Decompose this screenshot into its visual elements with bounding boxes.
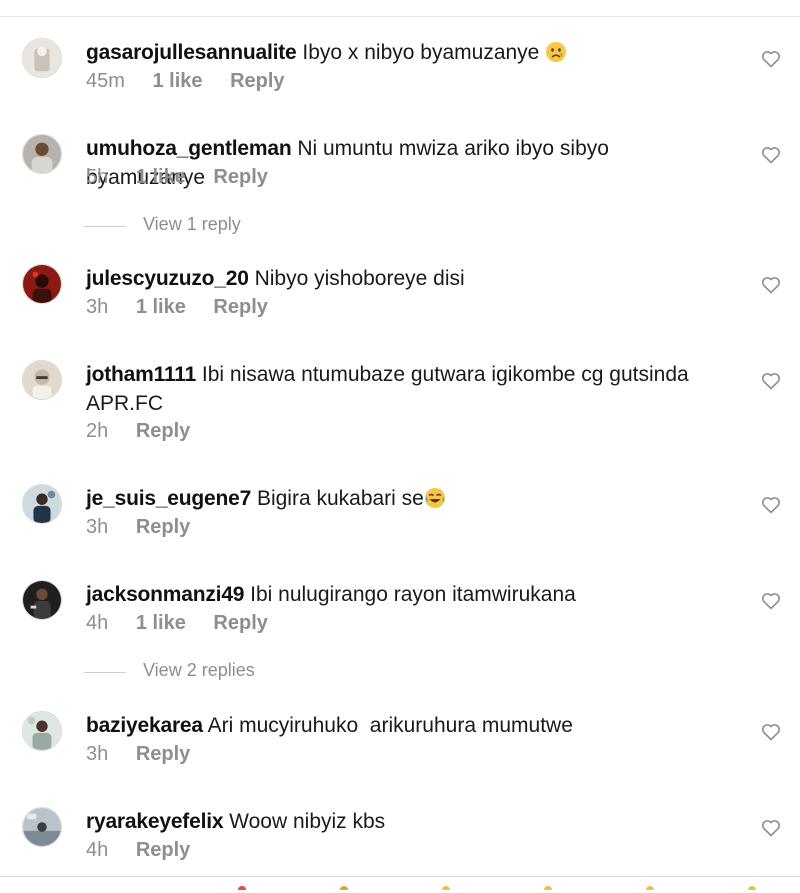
comment-time: 3h <box>86 743 109 765</box>
reply-button[interactable]: Reply <box>213 612 267 635</box>
comment-meta: 4h Reply <box>86 839 190 862</box>
reply-button[interactable]: Reply <box>136 839 190 862</box>
comment-time: 4h <box>86 839 109 861</box>
comment-meta: 45m 1 like Reply <box>86 70 285 93</box>
comment-meta: 2h Reply <box>86 420 190 443</box>
comment-username[interactable]: umuhoza_gentleman <box>86 137 292 160</box>
comment-text: jotham1111 Ibi nisawa ntumubaze gutwara … <box>86 360 716 418</box>
top-divider <box>0 16 800 17</box>
reply-button[interactable]: Reply <box>136 743 190 766</box>
comment-text: gasarojullesannualite Ibyo x nibyo byamu… <box>86 38 716 67</box>
view-replies-button[interactable]: View 1 reply <box>84 214 484 238</box>
view-replies-label[interactable]: View 2 replies <box>143 660 255 681</box>
comment-time: 3h <box>86 516 109 538</box>
crying-face-emoji-icon <box>545 41 567 63</box>
comment-time: 45m <box>86 70 125 92</box>
reply-button[interactable]: Reply <box>136 420 190 443</box>
comment-body: Ibi nulugirango rayon itamwirukana <box>250 583 576 606</box>
emoji-edge-icon <box>544 886 552 890</box>
comment-likes[interactable]: 1 like <box>136 166 186 189</box>
comment-text: je_suis_eugene7 Bigira kukabari se <box>86 484 716 513</box>
comment-likes[interactable]: 1 like <box>152 70 202 93</box>
reply-button[interactable]: Reply <box>213 166 267 189</box>
comment-time: 3h <box>86 296 109 318</box>
comment-username[interactable]: baziyekarea <box>86 714 203 737</box>
reply-button[interactable]: Reply <box>230 70 284 93</box>
avatar[interactable] <box>22 580 62 620</box>
emoji-edge-icon <box>238 886 246 890</box>
avatar[interactable] <box>22 38 62 78</box>
heart-icon[interactable] <box>761 723 781 741</box>
comment-body: Ibyo x nibyo byamuzanye <box>302 41 540 64</box>
comment-likes[interactable]: 1 like <box>136 612 186 635</box>
heart-icon[interactable] <box>761 819 781 837</box>
emoji-edge-icon <box>442 886 450 890</box>
comment-text: jacksonmanzi49 Ibi nulugirango rayon ita… <box>86 580 716 609</box>
emoji-edge-icon <box>340 886 348 890</box>
emoji-edge-icon <box>748 886 756 890</box>
comment-username[interactable]: jotham1111 <box>86 363 196 386</box>
comment-body: Nibyo yishoboreye disi <box>254 267 465 290</box>
comment-text: ryarakeyefelix Woow nibyiz kbs <box>86 807 716 836</box>
comment-username[interactable]: gasarojullesannualite <box>86 41 297 64</box>
emoji-edge-icon <box>646 886 654 890</box>
avatar[interactable] <box>22 484 62 524</box>
view-replies-line <box>84 226 126 227</box>
comment-username[interactable]: julescyuzuzo_20 <box>86 267 249 290</box>
comment-meta: 3h 1 like Reply <box>86 296 268 319</box>
heart-icon[interactable] <box>761 146 781 164</box>
heart-icon[interactable] <box>761 372 781 390</box>
comment-time: 2h <box>86 420 109 442</box>
comment-time: 4h <box>86 612 109 634</box>
avatar[interactable] <box>22 264 62 304</box>
comment-text: julescyuzuzo_20 Nibyo yishoboreye disi <box>86 264 716 293</box>
laughing-face-emoji-icon <box>424 487 446 509</box>
comment-meta: 3h Reply <box>86 516 190 539</box>
comment-meta: 4h 1 like Reply <box>86 612 268 635</box>
comment-body: Bigira kukabari se <box>256 487 424 510</box>
view-replies-line <box>84 672 126 673</box>
heart-icon[interactable] <box>761 496 781 514</box>
comment-likes[interactable]: 1 like <box>136 296 186 319</box>
comment-username[interactable]: je_suis_eugene7 <box>86 487 251 510</box>
avatar[interactable] <box>22 360 62 400</box>
comment-meta: 5h 1 like Reply <box>86 166 268 189</box>
reply-button[interactable]: Reply <box>213 296 267 319</box>
heart-icon[interactable] <box>761 276 781 294</box>
view-replies-label[interactable]: View 1 reply <box>143 214 241 235</box>
comment-body: Woow nibyiz kbs <box>229 810 386 833</box>
comment-meta: 3h Reply <box>86 743 190 766</box>
comment-text: baziyekarea Ari mucyiruhuko arikuruhura … <box>86 711 716 740</box>
reply-button[interactable]: Reply <box>136 516 190 539</box>
heart-icon[interactable] <box>761 592 781 610</box>
comment-time: 5h <box>86 166 109 188</box>
comment-username[interactable]: ryarakeyefelix <box>86 810 224 833</box>
comment-body: Ari mucyiruhuko arikuruhura mumutwe <box>207 714 573 737</box>
heart-icon[interactable] <box>761 50 781 68</box>
comment-username[interactable]: jacksonmanzi49 <box>86 583 244 606</box>
avatar[interactable] <box>22 711 62 751</box>
avatar[interactable] <box>22 807 62 847</box>
view-replies-button[interactable]: View 2 replies <box>84 660 484 684</box>
avatar[interactable] <box>22 134 62 174</box>
emoji-bar-edge <box>0 877 800 893</box>
